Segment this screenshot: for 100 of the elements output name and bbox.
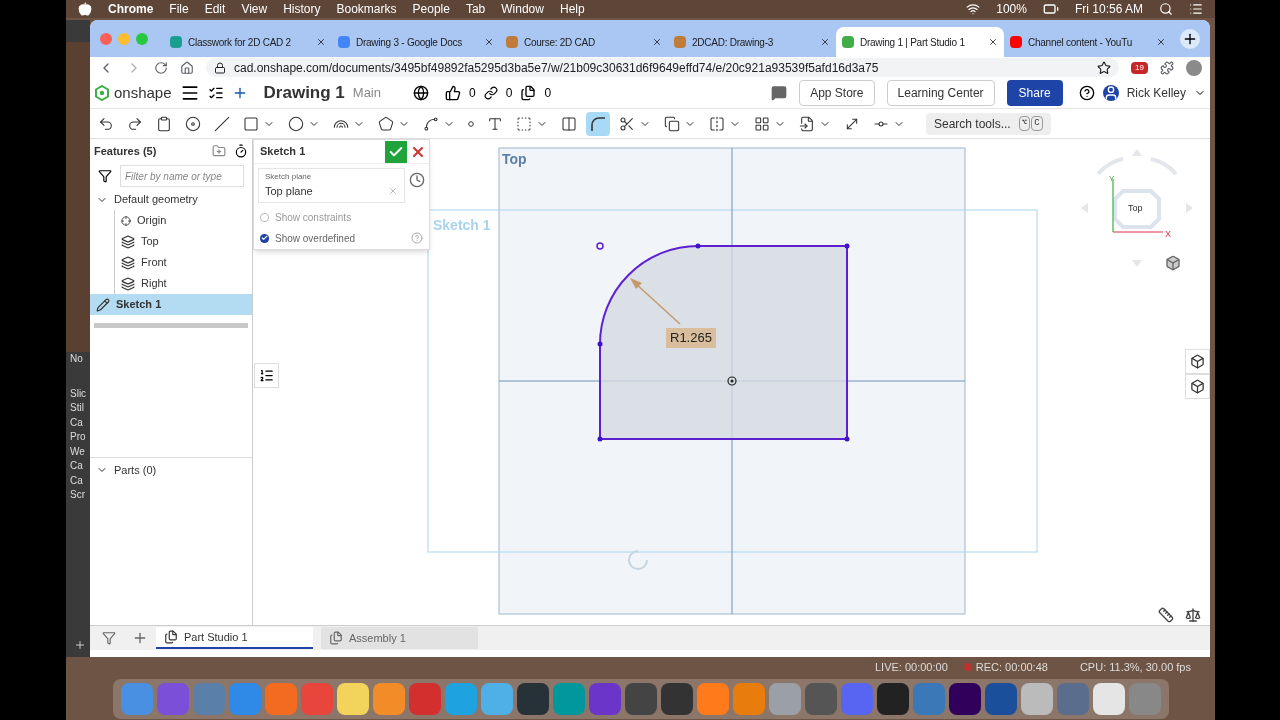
browser-tab[interactable]: Drawing 3 - Google Docs	[332, 27, 500, 57]
menu-item[interactable]: Edit	[204, 0, 226, 18]
dimension-label[interactable]: R1.265	[666, 328, 716, 348]
browser-tab[interactable]: Channel content - YouTu	[1004, 27, 1172, 57]
list-icon[interactable]	[207, 85, 224, 101]
header-button[interactable]: Learning Center	[886, 80, 995, 106]
browser-tab[interactable]: Classwork for 2D CAD 2	[164, 27, 332, 57]
add-tab-icon[interactable]	[132, 630, 148, 646]
feature-item[interactable]: Default geometry	[90, 189, 252, 210]
sketch-plane-field[interactable]: Sketch plane Top plane	[258, 168, 405, 203]
browser-tab[interactable]: Drawing 1 | Part Studio 1	[836, 27, 1004, 57]
menu-item[interactable]: History	[283, 0, 321, 18]
files-icon	[329, 631, 343, 645]
onshape-logo-text[interactable]: onshape	[114, 81, 172, 105]
favicon-icon	[338, 36, 350, 48]
add-folder-icon[interactable]	[212, 144, 226, 158]
share-button[interactable]: Share	[1006, 80, 1063, 106]
app-icon[interactable]	[516, 682, 549, 715]
studio-tab[interactable]: Assembly 1	[321, 627, 478, 649]
battery-percent: 100%	[996, 1, 1027, 18]
menu-item[interactable]: Tab	[465, 0, 486, 18]
menu-item[interactable]: Window	[501, 0, 544, 18]
home-icon[interactable]	[180, 60, 194, 75]
copy-icon[interactable]	[520, 85, 537, 101]
close-icon[interactable]	[652, 37, 662, 47]
tab-title: Course: 2D CAD	[524, 35, 596, 50]
scrollbar[interactable]	[94, 323, 248, 328]
menu-item[interactable]: Help	[559, 0, 585, 18]
curve-icon	[590, 115, 606, 132]
scale-icon[interactable]	[1185, 607, 1201, 623]
plus-icon[interactable]	[74, 638, 86, 651]
close-icon[interactable]	[316, 37, 326, 47]
favicon-icon	[1010, 36, 1022, 48]
feature-item[interactable]: Right	[115, 273, 252, 294]
help-icon[interactable]	[1078, 85, 1095, 101]
feature-item[interactable]: Top	[115, 231, 252, 252]
app-icon[interactable]	[1092, 682, 1125, 715]
parts-header[interactable]: Parts (0)	[90, 462, 252, 479]
profile-avatar[interactable]	[1186, 59, 1202, 76]
clock-icon[interactable]	[409, 172, 425, 188]
close-icon[interactable]	[988, 37, 998, 47]
plane-icon	[121, 276, 135, 291]
accept-button[interactable]	[385, 140, 407, 163]
feature-item[interactable]: Origin	[115, 210, 252, 231]
checkbox[interactable]	[260, 233, 269, 243]
search-icon[interactable]	[1159, 2, 1173, 16]
filter-icon[interactable]	[98, 169, 112, 183]
document-title[interactable]: Drawing 1	[263, 80, 345, 106]
list-icon[interactable]	[1189, 2, 1203, 16]
feature-item[interactable]: Front	[115, 252, 252, 273]
line-icon	[214, 115, 230, 132]
close-icon[interactable]	[820, 37, 830, 47]
browser-tab[interactable]: 2DCAD: Drawing-3	[668, 27, 836, 57]
new-tab-icon[interactable]	[1180, 28, 1200, 49]
arc-center-point[interactable]	[596, 242, 604, 250]
measure-icon[interactable]	[1158, 607, 1174, 623]
checkbox[interactable]	[260, 212, 269, 222]
app-icon[interactable]	[624, 682, 657, 715]
studio-tab[interactable]: Part Studio 1	[156, 627, 313, 649]
close-icon[interactable]	[1156, 37, 1166, 47]
globe-icon[interactable]	[413, 85, 429, 101]
spline-icon	[423, 115, 439, 132]
extension-badge[interactable]: 19	[1131, 61, 1148, 74]
close-icon[interactable]	[484, 37, 494, 47]
cube-icon[interactable]	[1165, 255, 1181, 271]
wifi-icon[interactable]	[966, 2, 981, 16]
app-menu[interactable]: Chrome	[108, 0, 154, 18]
app-icon[interactable]	[876, 682, 909, 715]
user-name[interactable]: Rick Kelley	[1126, 84, 1186, 102]
feature-item[interactable]: Sketch 1	[90, 294, 252, 315]
app-icon[interactable]	[336, 682, 369, 715]
onshape-logo-icon[interactable]	[94, 85, 110, 101]
menu-item[interactable]: File	[169, 0, 189, 18]
app-icon[interactable]	[660, 682, 693, 715]
reload-icon[interactable]	[154, 60, 168, 75]
bookmark-icon[interactable]	[1097, 60, 1112, 75]
user-avatar-icon[interactable]	[1102, 85, 1119, 101]
list-icon[interactable]	[254, 363, 279, 388]
timer-icon[interactable]	[234, 144, 248, 158]
browser-tab[interactable]: Course: 2D CAD	[500, 27, 668, 57]
origin-icon[interactable]	[727, 376, 737, 386]
filter-field[interactable]: Filter by name or type	[120, 165, 244, 187]
chat-icon[interactable]	[771, 85, 788, 101]
view-cube-face-label[interactable]: Top	[1128, 202, 1143, 216]
like-icon[interactable]	[445, 85, 461, 101]
puzzle-icon[interactable]	[1160, 60, 1174, 75]
menu-item[interactable]: View	[241, 0, 268, 18]
file-input-icon	[799, 115, 815, 132]
curve-tool-button[interactable]	[586, 111, 610, 136]
link-icon[interactable]	[483, 86, 498, 100]
app-icon[interactable]	[948, 682, 981, 715]
menu-item[interactable]: People	[412, 0, 450, 18]
header-button[interactable]: App Store	[799, 80, 875, 106]
branch-name[interactable]: Main	[352, 83, 381, 103]
battery-icon[interactable]	[1042, 1, 1059, 17]
apple-icon[interactable]	[78, 2, 92, 16]
menu-clock[interactable]: Fri 10:56 AM	[1074, 0, 1143, 18]
menu-item[interactable]: Bookmarks	[336, 0, 397, 18]
address-bar[interactable]: cad.onshape.com/documents/3495bf49892fa5295d3ba5e7/w/21b09c30631d6f9649effd74/e/20c921a93539f5afd16d3a75	[206, 58, 1120, 77]
search-tools-button[interactable]: Search tools... ⌥ C	[926, 112, 1051, 135]
